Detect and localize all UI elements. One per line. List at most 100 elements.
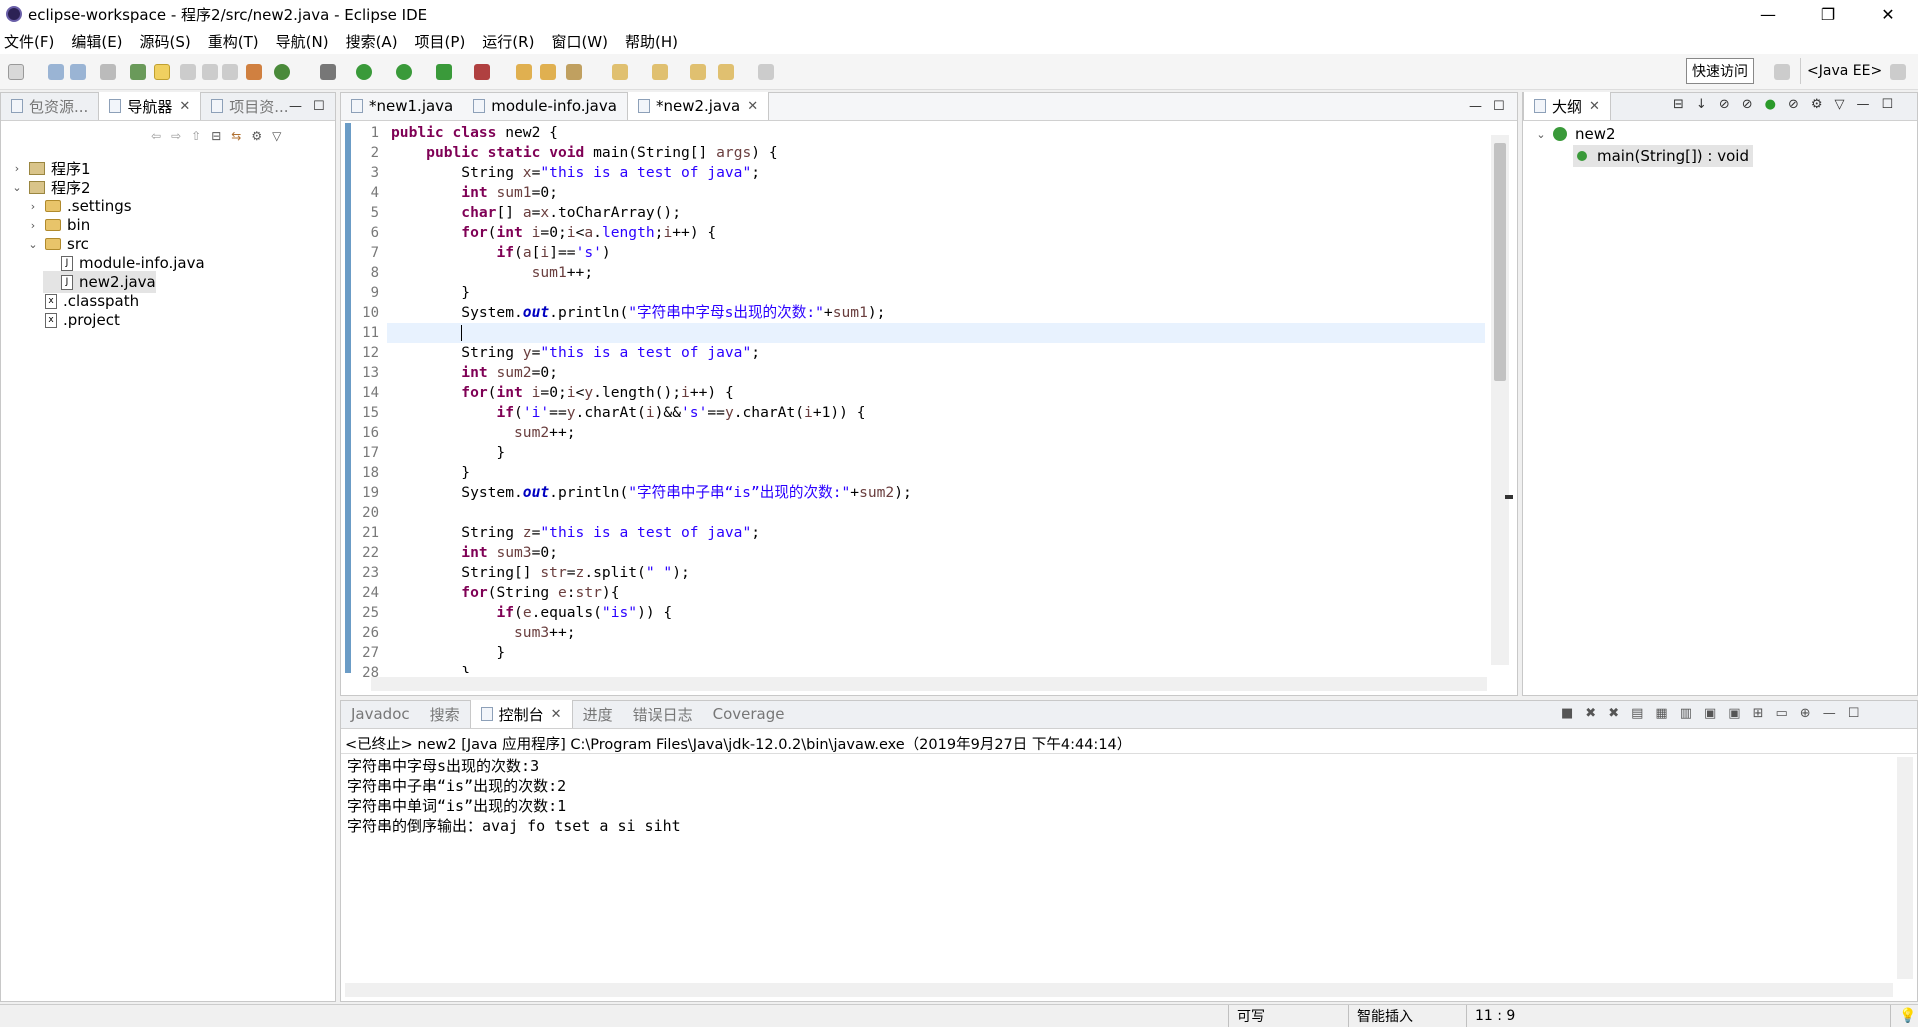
up-icon[interactable]: ⇧: [191, 129, 201, 143]
menu-help[interactable]: 帮助(H): [625, 31, 678, 52]
tab-new1-java[interactable]: *new1.java: [341, 92, 463, 120]
clear-console-icon[interactable]: ▤: [1631, 706, 1643, 721]
editor-vscroll[interactable]: [1491, 135, 1509, 665]
show-whitespace-icon[interactable]: [222, 64, 238, 80]
perspective-java-icon[interactable]: [1890, 64, 1906, 80]
debug-toggle-icon[interactable]: [130, 64, 146, 80]
code-line[interactable]: sum3++;: [387, 623, 1485, 643]
save-all-icon[interactable]: [70, 64, 86, 80]
last-edit-icon[interactable]: [690, 64, 706, 80]
close-icon[interactable]: ✕: [179, 99, 190, 114]
debug-icon[interactable]: [356, 64, 372, 80]
display-console-icon[interactable]: ▭: [1776, 706, 1788, 721]
remove-all-icon[interactable]: ✖: [1608, 706, 1619, 721]
tab-coverage[interactable]: Coverage: [703, 700, 795, 728]
code-line[interactable]: int sum2=0;: [387, 363, 1485, 383]
focus-icon[interactable]: ⚙: [1811, 97, 1823, 112]
settings-gear-icon[interactable]: [320, 64, 336, 80]
minimize-button[interactable]: —: [1738, 0, 1798, 28]
menu-window[interactable]: 窗口(W): [551, 31, 608, 52]
maximize-icon[interactable]: ☐: [1493, 99, 1505, 114]
skip-breakpoints-icon[interactable]: [100, 64, 116, 80]
outline-class-row[interactable]: ⌄ new2: [1535, 123, 1615, 145]
code-line[interactable]: System.out.println("字符串中字母s出现的次数:"+sum1)…: [387, 303, 1485, 323]
menu-file[interactable]: 文件(F): [4, 31, 54, 52]
tab-error-log[interactable]: 错误日志: [623, 700, 703, 728]
coverage-icon[interactable]: [436, 64, 452, 80]
chevron-down-icon[interactable]: ⌄: [27, 238, 39, 251]
chevron-right-icon[interactable]: ›: [27, 219, 39, 232]
code-line[interactable]: }: [387, 283, 1485, 303]
back-icon[interactable]: [718, 64, 734, 80]
code-line[interactable]: [387, 503, 1485, 523]
scroll-thumb[interactable]: [1494, 143, 1506, 381]
sort-icon[interactable]: ↓: [1696, 97, 1707, 112]
terminate-icon[interactable]: ■: [1561, 706, 1573, 721]
lightbulb-icon[interactable]: 💡: [1890, 1005, 1918, 1027]
menu-refactor[interactable]: 重构(T): [208, 31, 259, 52]
tab-javadoc[interactable]: Javadoc: [341, 700, 420, 728]
code-line[interactable]: for(int i=0;i<y.length();i++) {: [387, 383, 1485, 403]
code-line[interactable]: public static void main(String[] args) {: [387, 143, 1485, 163]
open-type-icon[interactable]: [516, 64, 532, 80]
open-perspective-icon[interactable]: [1774, 64, 1790, 80]
code-line[interactable]: for(int i=0;i<a.length;i++) {: [387, 223, 1485, 243]
console-vscroll[interactable]: [1897, 757, 1913, 979]
link-editor-icon[interactable]: ⇆: [231, 129, 241, 143]
new-class-icon[interactable]: [274, 64, 290, 80]
external-tools-icon[interactable]: [474, 64, 490, 80]
chevron-down-icon[interactable]: ⌄: [11, 181, 23, 194]
code-line[interactable]: [387, 323, 1485, 343]
perspective-java-ee[interactable]: <Java EE>: [1800, 58, 1888, 84]
code-line[interactable]: String[] str=z.split(" ");: [387, 563, 1485, 583]
hide-local-types-icon[interactable]: ⊘: [1788, 97, 1799, 112]
view-menu-icon[interactable]: ▽: [1835, 97, 1845, 112]
menu-edit[interactable]: 编辑(E): [71, 31, 122, 52]
code-line[interactable]: String x="this is a test of java";: [387, 163, 1485, 183]
tab-project-explorer[interactable]: 项目资...: [201, 92, 298, 120]
chevron-right-icon[interactable]: ›: [27, 200, 39, 213]
tab-console[interactable]: 控制台 ✕: [469, 700, 573, 728]
close-icon[interactable]: ✕: [551, 707, 562, 722]
quick-access-field[interactable]: 快速访问: [1686, 58, 1754, 84]
tab-module-info-java[interactable]: module-info.java: [463, 92, 627, 120]
code-line[interactable]: String y="this is a test of java";: [387, 343, 1485, 363]
hide-fields-icon[interactable]: ⊘: [1719, 97, 1730, 112]
code-line[interactable]: }: [387, 463, 1485, 483]
hide-static-icon[interactable]: ⊘: [1742, 97, 1753, 112]
forward-arrow-icon[interactable]: ⇨: [171, 129, 181, 143]
save-icon[interactable]: [48, 64, 64, 80]
collapse-all-icon[interactable]: ⊟: [211, 129, 221, 143]
minimize-icon[interactable]: —: [1469, 99, 1482, 114]
code-line[interactable]: }: [387, 443, 1485, 463]
code-line[interactable]: public class new2 {: [387, 123, 1485, 143]
code-line[interactable]: sum1++;: [387, 263, 1485, 283]
menu-source[interactable]: 源码(S): [140, 31, 191, 52]
minimize-icon[interactable]: —: [289, 99, 302, 114]
collapse-all-icon[interactable]: ⊟: [1673, 97, 1684, 112]
next-annotation-icon[interactable]: [202, 64, 218, 80]
code-line[interactable]: int sum3=0;: [387, 543, 1485, 563]
forward-icon[interactable]: [758, 64, 774, 80]
menu-search[interactable]: 搜索(A): [346, 31, 398, 52]
tab-new2-java[interactable]: *new2.java ✕: [626, 92, 770, 120]
tab-progress[interactable]: 进度: [573, 700, 623, 728]
code-line[interactable]: }: [387, 663, 1485, 673]
tree-item[interactable]: x .project: [27, 309, 120, 331]
maximize-icon[interactable]: ☐: [1848, 706, 1860, 721]
code-line[interactable]: }: [387, 643, 1485, 663]
search-icon[interactable]: [566, 64, 582, 80]
close-icon[interactable]: ✕: [1589, 99, 1600, 114]
remove-launch-icon[interactable]: ✖: [1585, 706, 1596, 721]
code-line[interactable]: if('i'==y.charAt(i)&&'s'==y.charAt(i+1))…: [387, 403, 1485, 423]
view-menu-icon[interactable]: ▽: [272, 129, 281, 143]
maximize-icon[interactable]: ☐: [313, 99, 325, 114]
outline-method-row[interactable]: main(String[]) : void: [1573, 145, 1753, 167]
minimize-icon[interactable]: —: [1857, 97, 1870, 112]
package-icon[interactable]: [246, 64, 262, 80]
code-line[interactable]: char[] a=x.toCharArray();: [387, 203, 1485, 223]
maximize-icon[interactable]: ☐: [1882, 97, 1894, 112]
code-line[interactable]: String z="this is a test of java";: [387, 523, 1485, 543]
menu-project[interactable]: 项目(P): [415, 31, 466, 52]
minimize-icon[interactable]: —: [1823, 706, 1836, 721]
